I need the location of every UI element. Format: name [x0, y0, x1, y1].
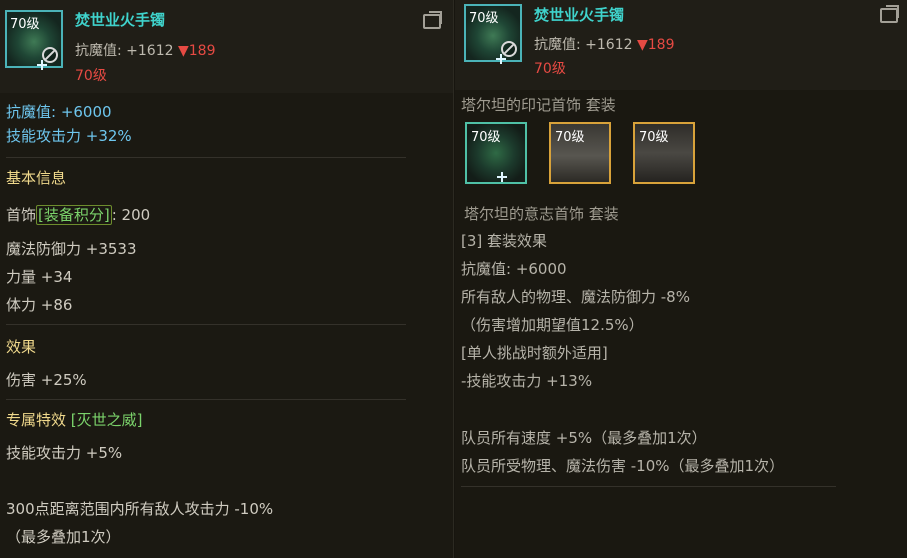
set-item-level: 70级 [555, 130, 585, 145]
special-line: 专属特效 [灭世之威] [6, 409, 143, 430]
sparkle-icon [497, 172, 507, 182]
divider [6, 324, 406, 325]
item-name: 焚世业火手镯 [75, 11, 166, 29]
set-item-level: 70级 [639, 130, 669, 145]
item-name: 焚世业火手镯 [534, 6, 625, 24]
set-item-necklace[interactable]: 70级 [633, 122, 695, 184]
unavailable-icon [42, 47, 58, 63]
set-effect-line: 抗魔值: +6000 [461, 260, 567, 278]
item-tooltip-left: 70级 焚世业火手镯 抗魔值: +1612 ▼189 70级 抗魔值: +600… [0, 0, 454, 558]
set-effect-line: 队员所受物理、魔法伤害 -10%（最多叠加1次） [461, 457, 785, 475]
item-icon[interactable]: 70级 [5, 10, 63, 70]
special-effect: 技能攻击力 +5% [6, 444, 123, 462]
set-effect-title: [3] 套装效果 [461, 232, 548, 250]
item-level-badge: 70级 [469, 11, 499, 26]
share-icon[interactable] [423, 14, 441, 29]
tooltip-header [0, 0, 453, 93]
item-level: 70级 [534, 61, 566, 77]
unavailable-icon [501, 41, 517, 57]
effect-title: 效果 [6, 338, 37, 356]
set-item-ring[interactable]: 70级 [549, 122, 611, 184]
special-title: 专属特效 [6, 411, 67, 429]
score-label[interactable]: [装备积分] [36, 205, 112, 225]
attr-line: 体力 +86 [6, 296, 73, 314]
tooltip-header [455, 0, 907, 90]
special-name: [灭世之威] [70, 411, 143, 429]
set-effect-line: （伤害增加期望值12.5%） [461, 316, 644, 334]
slot-type: 首饰 [6, 206, 37, 224]
share-icon[interactable] [880, 8, 898, 23]
attr-line: 力量 +34 [6, 268, 73, 286]
set-title: 塔尔坦的印记首饰 套装 [461, 96, 616, 114]
stat-line: 抗魔值: +6000 [6, 103, 112, 121]
divider [6, 399, 406, 400]
set-title: 塔尔坦的意志首饰 套装 [464, 205, 619, 223]
set-effect-line: 所有敌人的物理、魔法防御力 -8% [461, 288, 690, 306]
set-effect-line: 队员所有速度 +5%（最多叠加1次） [461, 429, 707, 447]
effect-line: 伤害 +25% [6, 371, 87, 389]
stat-decrease: ▼189 [177, 43, 216, 59]
attr-line: 魔法防御力 +3533 [6, 240, 137, 258]
item-level-badge: 70级 [10, 17, 40, 32]
divider [6, 157, 406, 158]
item-level: 70级 [75, 68, 107, 84]
stat-decrease: ▼189 [636, 37, 675, 53]
item-stat: 抗魔值: +1612 ▼189 [534, 37, 675, 53]
score-value: : 200 [111, 206, 151, 224]
item-stat: 抗魔值: +1612 ▼189 [75, 43, 216, 59]
set-effect-line: -技能攻击力 +13% [461, 372, 593, 390]
set-item-bracelet[interactable]: 70级 [465, 122, 527, 184]
basic-info-title: 基本信息 [6, 169, 67, 187]
stat-line: 技能攻击力 +32% [6, 127, 132, 145]
divider [461, 486, 836, 487]
item-tooltip-right: 70级 焚世业火手镯 抗魔值: +1612 ▼189 70级 塔尔坦的印记首饰 … [455, 0, 907, 558]
set-item-level: 70级 [471, 130, 501, 145]
extra-line: 300点距离范围内所有敌人攻击力 -10% [6, 500, 274, 518]
extra-line: （最多叠加1次） [6, 528, 121, 546]
score-line: 首饰 [装备积分]: 200 [6, 204, 150, 225]
set-effect-line: [单人挑战时额外适用] [461, 344, 608, 362]
item-icon[interactable]: 70级 [464, 4, 522, 64]
